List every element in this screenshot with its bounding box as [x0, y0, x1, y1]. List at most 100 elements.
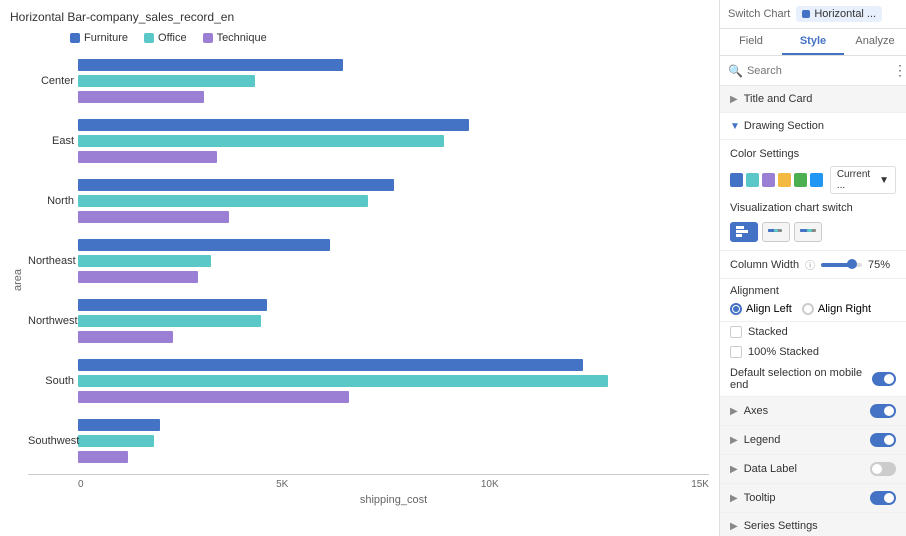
bar-group-south: South	[78, 358, 709, 404]
bar-label-east: East	[28, 135, 74, 147]
legend-label-furniture: Furniture	[84, 32, 128, 44]
tooltip-toggle[interactable]	[870, 491, 896, 505]
tooltip-section[interactable]: ▶ Tooltip	[720, 484, 906, 513]
title-and-card-section[interactable]: ▶ Title and Card	[720, 86, 906, 113]
color-dropdown[interactable]: Current ... ▼	[830, 166, 896, 194]
stacked-row: Stacked	[720, 322, 906, 342]
default-mobile-label: Default selection on mobile end	[730, 367, 872, 391]
x-axis-title: shipping_cost	[28, 490, 709, 506]
bar-row-furniture	[78, 118, 709, 132]
series-settings-label: Series Settings	[744, 520, 818, 532]
tabs-row: Field Style Analyze	[720, 29, 906, 56]
data-label-section[interactable]: ▶ Data Label	[720, 455, 906, 484]
alignment-block: Alignment Align Left Align Right	[720, 279, 906, 322]
legend-toggle[interactable]	[870, 433, 896, 447]
panel-top-bar: Switch Chart Horizontal ...	[720, 0, 906, 29]
bar-label-southwest: Southwest	[28, 435, 74, 447]
axes-label: Axes	[744, 405, 768, 417]
legend-office: Office	[144, 32, 187, 44]
drawing-section-chevron: ▼	[730, 121, 740, 132]
bars-container: CenterEastNorthNortheastNorthwestSouthSo…	[28, 54, 709, 474]
chart-title: Horizontal Bar-company_sales_record_en	[10, 10, 709, 24]
chart-type-badge[interactable]: Horizontal ...	[796, 6, 882, 22]
data-label-chevron: ▶	[730, 464, 738, 475]
bar-furniture	[78, 119, 469, 131]
bar-technique	[78, 331, 173, 343]
align-right-label: Align Right	[818, 303, 871, 315]
legend-chevron: ▶	[730, 435, 738, 446]
align-left-radio[interactable]	[730, 303, 742, 315]
bar-office	[78, 435, 154, 447]
color-settings-block: Color Settings Current ... ▼ Visualizati…	[720, 140, 906, 251]
legend-dot-technique	[203, 33, 213, 43]
viz-btn-100[interactable]	[794, 222, 822, 242]
drawing-section-label: Drawing Section	[744, 120, 824, 132]
swatch-4[interactable]	[778, 173, 791, 187]
bar-office	[78, 135, 444, 147]
data-label-label: Data Label	[744, 463, 797, 475]
axes-section[interactable]: ▶ Axes	[720, 397, 906, 426]
axes-chevron: ▶	[730, 406, 738, 417]
bar-group-southwest: Southwest	[78, 418, 709, 464]
data-label-toggle[interactable]	[870, 462, 896, 476]
bar-row-furniture	[78, 298, 709, 312]
bar-row-furniture	[78, 238, 709, 252]
legend-technique: Technique	[203, 32, 267, 44]
stacked100-row: 100% Stacked	[720, 342, 906, 362]
legend-left: ▶ Legend	[730, 434, 780, 446]
chart-area: Horizontal Bar-company_sales_record_en F…	[0, 0, 720, 536]
tab-field[interactable]: Field	[720, 29, 782, 55]
bar-row-furniture	[78, 418, 709, 432]
tooltip-left: ▶ Tooltip	[730, 492, 776, 504]
column-width-slider[interactable]	[821, 263, 862, 267]
search-icon: 🔍	[728, 64, 743, 78]
swatch-1[interactable]	[730, 173, 743, 187]
more-options-icon[interactable]: ⋮	[893, 62, 906, 79]
align-left-option[interactable]: Align Left	[730, 303, 792, 315]
axes-toggle[interactable]	[870, 404, 896, 418]
tab-style[interactable]: Style	[782, 29, 844, 55]
bar-row-technique	[78, 90, 709, 104]
legend-label: Legend	[744, 434, 781, 446]
stacked-checkbox[interactable]	[730, 326, 742, 338]
align-left-label: Align Left	[746, 303, 792, 315]
bar-row-technique	[78, 330, 709, 344]
bar-furniture	[78, 419, 160, 431]
default-mobile-toggle[interactable]	[872, 372, 896, 386]
bar-furniture	[78, 299, 267, 311]
stacked100-label: 100% Stacked	[748, 346, 819, 358]
swatch-5[interactable]	[794, 173, 807, 187]
x-axis: 0 5K 10K 15K	[28, 474, 709, 490]
swatch-3[interactable]	[762, 173, 775, 187]
swatch-6[interactable]	[810, 173, 823, 187]
panel-top-left: Switch Chart Horizontal ...	[728, 6, 882, 22]
series-settings-section[interactable]: ▶ Series Settings	[720, 513, 906, 536]
bar-technique	[78, 391, 349, 403]
search-input[interactable]	[747, 65, 889, 77]
bar-technique	[78, 451, 128, 463]
bar-group-north: North	[78, 178, 709, 224]
stacked-label: Stacked	[748, 326, 788, 338]
swatch-2[interactable]	[746, 173, 759, 187]
chart-inner: CenterEastNorthNortheastNorthwestSouthSo…	[28, 54, 709, 506]
data-label-left: ▶ Data Label	[730, 463, 797, 475]
series-settings-left: ▶ Series Settings	[730, 520, 818, 532]
drawing-section[interactable]: ▼ Drawing Section	[720, 113, 906, 140]
color-current-label: Current ...	[837, 169, 877, 191]
legend-section[interactable]: ▶ Legend	[720, 426, 906, 455]
bar-row-furniture	[78, 358, 709, 372]
viz-btn-stacked[interactable]	[762, 222, 790, 242]
stacked100-checkbox[interactable]	[730, 346, 742, 358]
viz-btn-grouped[interactable]	[730, 222, 758, 242]
search-row: 🔍 ⋮	[720, 56, 906, 86]
slider-thumb	[847, 259, 857, 269]
bar-row-technique	[78, 210, 709, 224]
align-right-radio[interactable]	[802, 303, 814, 315]
bar-row-furniture	[78, 178, 709, 192]
bar-group-center: Center	[78, 58, 709, 104]
align-right-option[interactable]: Align Right	[802, 303, 871, 315]
column-width-row: Column Width ⓘ 75%	[720, 251, 906, 279]
tab-analyze[interactable]: Analyze	[844, 29, 906, 55]
tooltip-chevron: ▶	[730, 493, 738, 504]
series-settings-chevron: ▶	[730, 521, 738, 532]
